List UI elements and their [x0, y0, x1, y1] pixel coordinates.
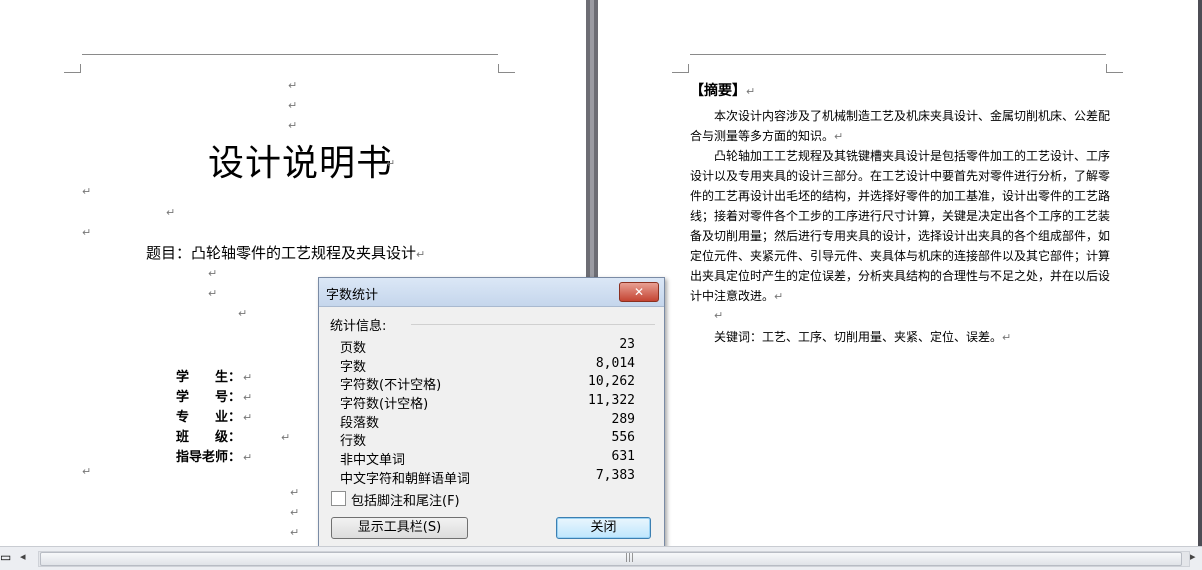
document-title: 设计说明书 — [208, 143, 394, 184]
section-divider — [411, 324, 655, 325]
scroll-grip-icon: ||| — [625, 553, 635, 563]
paragraph-mark: ↵ — [208, 287, 218, 300]
dialog-titlebar[interactable]: 字数统计 ✕ — [319, 278, 664, 307]
scroll-right-button[interactable]: ▸ — [1190, 550, 1196, 563]
header-rule — [82, 54, 498, 55]
major-field: 专 业： ↵ — [176, 410, 253, 425]
paragraph-mark: ↵ — [290, 486, 300, 499]
view-icon[interactable]: ▭ — [0, 550, 11, 564]
stat-row-lines: 行数 556 — [340, 430, 635, 449]
paragraph-mark: ↵ — [82, 185, 92, 198]
word-count-dialog: 字数统计 ✕ 统计信息: 页数 23 字数 8,014 字符数(不计空格) 10,26… — [318, 277, 665, 553]
paragraph-mark: ↵ — [288, 99, 298, 112]
stat-row-chinese-korean: 中文字符和朝鲜语单词 7,383 — [340, 468, 635, 487]
crop-mark-tl — [672, 64, 689, 73]
paragraph-mark: ↵ — [166, 206, 176, 219]
crop-mark-tr — [498, 64, 515, 73]
show-toolbar-button[interactable]: 显示工具栏(S) — [331, 517, 468, 539]
class-field: 班 级： ↵ — [176, 430, 291, 445]
stat-row-words: 字数 8,014 — [340, 356, 635, 375]
advisor-field: 指导老师： ↵ — [176, 450, 253, 465]
abstract-heading: 【摘要】↵ — [690, 83, 756, 99]
paragraph-mark: ↵ — [208, 267, 218, 280]
abstract-paragraph-2: 凸轮轴加工工艺规程及其铣键槽夹具设计是包括零件加工的工艺设计、工序设计以及专用夹… — [690, 149, 1111, 303]
student-name-field: 学 生： ↵ — [176, 370, 253, 385]
scroll-edge — [1198, 0, 1202, 546]
paragraph-mark: ↵ — [714, 309, 724, 322]
stat-row-paragraphs: 段落数 289 — [340, 412, 635, 431]
student-id-field: 学 号： ↵ — [176, 390, 253, 405]
stat-row-pages: 页数 23 — [340, 337, 635, 356]
paragraph-mark: ↵ — [290, 506, 300, 519]
close-button[interactable]: 关闭 — [556, 517, 651, 539]
paragraph-mark: ↵ — [288, 119, 298, 132]
header-rule — [690, 54, 1106, 55]
stat-row-chars-with-space: 字符数(计空格) 11,322 — [340, 393, 635, 412]
paragraph-mark: ↵ — [386, 157, 396, 170]
scroll-thumb[interactable] — [40, 552, 1182, 566]
keywords-line: 关键词：工艺、工序、切削用量、夹紧、定位、误差。↵ — [714, 330, 1012, 344]
abstract-paragraph-1: 本次设计内容涉及了机械制造工艺及机床夹具设计、金属切削机床、公差配合与测量等多方… — [690, 109, 1111, 143]
stat-row-chars-no-space: 字符数(不计空格) 10,262 — [340, 374, 635, 393]
footnotes-checkbox[interactable] — [331, 491, 346, 506]
scroll-left-button[interactable]: ◂ — [20, 550, 26, 563]
crop-mark-tr — [1106, 64, 1123, 73]
statistics-section-label: 统计信息: — [330, 319, 387, 334]
paragraph-mark: ↵ — [82, 226, 92, 239]
paragraph-mark: ↵ — [238, 307, 248, 320]
stat-row-non-chinese-words: 非中文单词 631 — [340, 449, 635, 468]
dialog-title: 字数统计 — [326, 288, 379, 303]
close-icon[interactable]: ✕ — [619, 282, 659, 302]
paragraph-mark: ↵ — [82, 465, 92, 478]
paragraph-mark: ↵ — [290, 526, 300, 539]
horizontal-scrollbar: ▭ ◂ ||| ▸ — [0, 546, 1202, 570]
paragraph-mark: ↵ — [288, 79, 298, 92]
document-subject: 题目：凸轮轴零件的工艺规程及夹具设计↵ — [146, 244, 426, 262]
crop-mark-tl — [64, 64, 81, 73]
footnotes-checkbox-label[interactable]: 包括脚注和尾注(F) — [351, 490, 460, 509]
